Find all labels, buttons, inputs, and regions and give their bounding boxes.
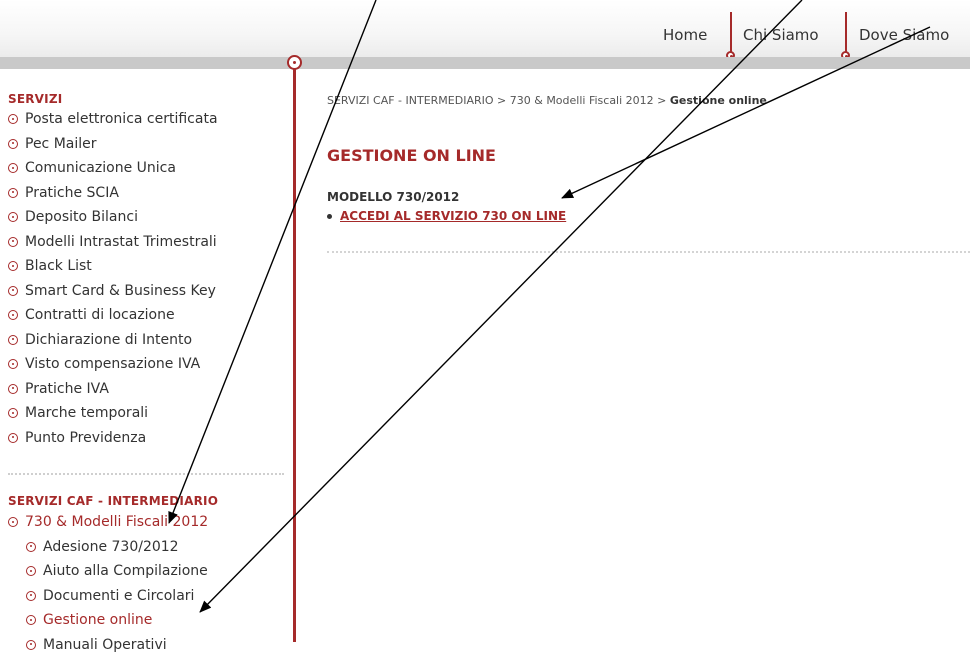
bullet-icon — [8, 261, 18, 271]
sidebar-item[interactable]: Modelli Intrastat Trimestrali — [8, 230, 218, 255]
sidebar-item[interactable]: Posta elettronica certificata — [8, 107, 218, 132]
model-heading: MODELLO 730/2012 — [327, 190, 459, 204]
divider-dot-icon — [287, 55, 302, 70]
nav-home-link[interactable]: Home — [663, 26, 707, 44]
sidebar-item[interactable]: Pratiche IVA — [8, 377, 218, 402]
breadcrumb-current: Gestione online — [670, 94, 767, 107]
breadcrumb-separator: > — [497, 94, 506, 107]
bullet-icon — [8, 212, 18, 222]
bullet-icon — [8, 237, 18, 247]
bullet-icon — [8, 139, 18, 149]
sidebar-heading-caf: SERVIZI CAF - INTERMEDIARIO — [8, 494, 218, 508]
sidebar-servizi-list: Posta elettronica certificata Pec Mailer… — [8, 107, 218, 450]
sidebar-item[interactable]: Smart Card & Business Key — [8, 279, 218, 304]
sidebar-subitem[interactable]: Manuali Operativi — [8, 633, 208, 657]
nav-dove-siamo-link[interactable]: Dove Siamo — [859, 26, 949, 44]
bullet-icon — [26, 640, 36, 650]
sidebar-subitem-gestione-online[interactable]: Gestione online — [8, 608, 208, 633]
sidebar-divider — [293, 62, 296, 642]
sidebar-item[interactable]: Punto Previdenza — [8, 426, 218, 451]
sidebar-item[interactable]: Deposito Bilanci — [8, 205, 218, 230]
sidebar-item[interactable]: Dichiarazione di Intento — [8, 328, 218, 353]
breadcrumb: SERVIZI CAF - INTERMEDIARIO > 730 & Mode… — [327, 94, 767, 107]
sidebar-item[interactable]: Contratti di locazione — [8, 303, 218, 328]
bullet-icon — [26, 542, 36, 552]
breadcrumb-separator: > — [657, 94, 666, 107]
nav-separator — [845, 12, 847, 52]
bullet-icon — [8, 114, 18, 124]
sidebar-subitem[interactable]: Documenti e Circolari — [8, 584, 208, 609]
sidebar-item-730-modelli[interactable]: 730 & Modelli Fiscali 2012 — [8, 510, 208, 535]
sidebar-heading-servizi: SERVIZI — [8, 92, 62, 106]
sidebar-item[interactable]: Comunicazione Unica — [8, 156, 218, 181]
content-divider-dotted — [327, 251, 970, 253]
header-band — [0, 57, 970, 69]
sidebar-divider-dotted — [8, 473, 284, 475]
bullet-icon — [8, 359, 18, 369]
sidebar-subitem[interactable]: Adesione 730/2012 — [8, 535, 208, 560]
breadcrumb-link[interactable]: 730 & Modelli Fiscali 2012 — [510, 94, 654, 107]
bullet-icon — [8, 335, 18, 345]
bullet-icon — [327, 214, 332, 219]
bullet-icon — [26, 591, 36, 601]
bullet-icon — [8, 384, 18, 394]
sidebar-item[interactable]: Visto compensazione IVA — [8, 352, 218, 377]
bullet-icon — [8, 517, 18, 527]
arrow-to-gestione-online — [200, 0, 802, 612]
bullet-icon — [26, 566, 36, 576]
breadcrumb-link[interactable]: SERVIZI CAF - INTERMEDIARIO — [327, 94, 494, 107]
nav-chi-siamo-link[interactable]: Chi Siamo — [743, 26, 819, 44]
top-navigation: Home Chi Siamo Dove Siamo — [0, 0, 970, 57]
bullet-icon — [8, 433, 18, 443]
bullet-icon — [8, 286, 18, 296]
sidebar-item[interactable]: Pec Mailer — [8, 132, 218, 157]
sidebar-item[interactable]: Marche temporali — [8, 401, 218, 426]
sidebar-item[interactable]: Pratiche SCIA — [8, 181, 218, 206]
page-title: GESTIONE ON LINE — [327, 146, 496, 165]
sidebar-caf-list: 730 & Modelli Fiscali 2012 Adesione 730/… — [8, 510, 208, 657]
sidebar-subitem[interactable]: Aiuto alla Compilazione — [8, 559, 208, 584]
bullet-icon — [26, 615, 36, 625]
bullet-icon — [8, 188, 18, 198]
sidebar-item[interactable]: Black List — [8, 254, 218, 279]
bullet-icon — [8, 163, 18, 173]
nav-separator — [730, 12, 732, 52]
access-service-link[interactable]: ACCEDI AL SERVIZIO 730 ON LINE — [340, 209, 566, 223]
bullet-icon — [8, 408, 18, 418]
bullet-icon — [8, 310, 18, 320]
access-row: ACCEDI AL SERVIZIO 730 ON LINE — [327, 209, 566, 223]
